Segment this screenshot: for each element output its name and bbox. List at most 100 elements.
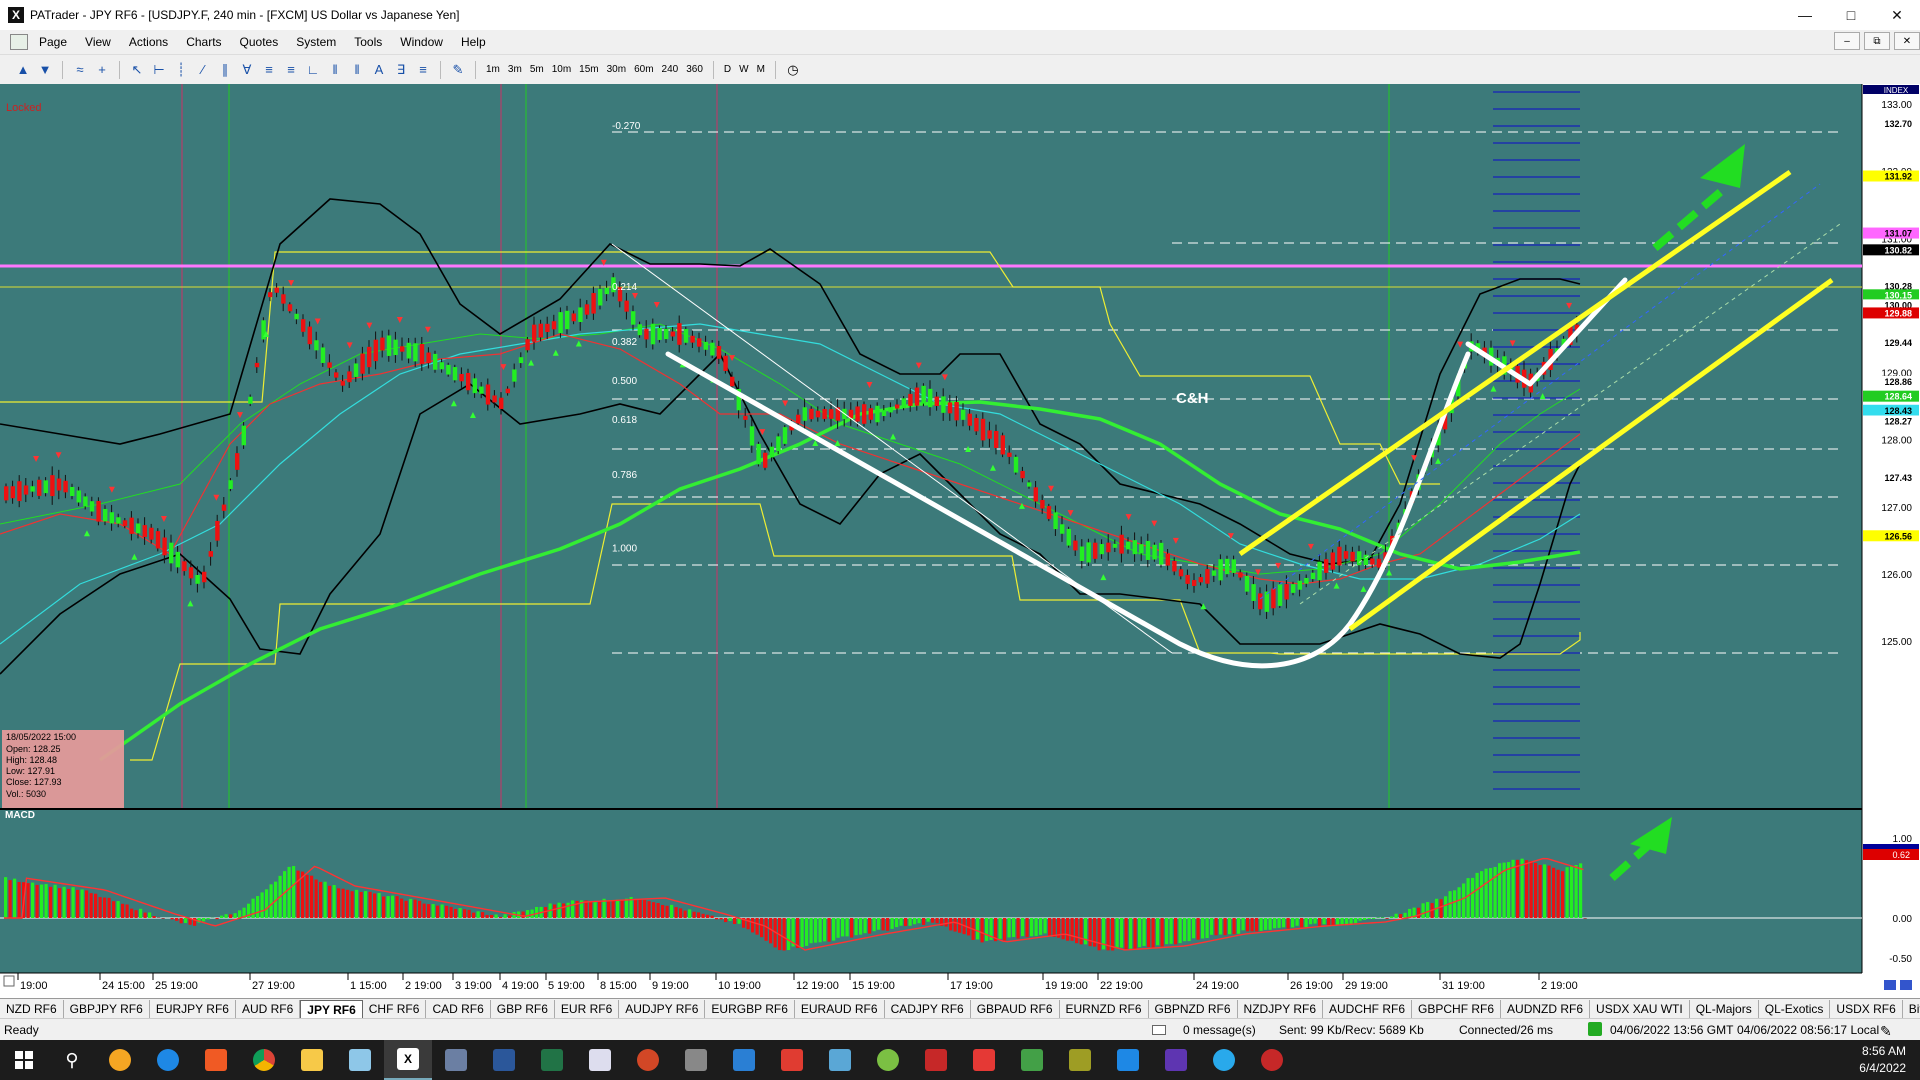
zoom-out-icon[interactable]: ▼ (34, 60, 56, 80)
scroll-button-b[interactable] (1900, 980, 1912, 990)
fibonacci-fan-icon[interactable]: ∀ (236, 60, 258, 80)
file-explorer-icon[interactable] (288, 1040, 336, 1080)
edge-browser-icon[interactable] (144, 1040, 192, 1080)
taskbar-clock[interactable]: 8:56 AM 6/4/2022 (1859, 1043, 1906, 1077)
price-chart[interactable]: Locked C&H MACD INDEX 133.00132.00131.00… (0, 84, 1920, 998)
symbol-tab[interactable]: NZD RF6 (0, 999, 64, 1018)
cycle-lines-icon[interactable]: ‖ (346, 60, 368, 80)
menu-charts[interactable]: Charts (177, 35, 230, 49)
brave-browser-icon[interactable] (192, 1040, 240, 1080)
symbol-tab[interactable]: GBPCHF RF6 (1412, 999, 1502, 1018)
mdi-minimize-button[interactable]: – (1834, 32, 1860, 50)
maximize-button[interactable]: □ (1828, 0, 1874, 30)
menu-window[interactable]: Window (391, 35, 452, 49)
symbol-tab[interactable]: EUR RF6 (555, 999, 620, 1018)
gann-icon[interactable]: ∟ (302, 60, 324, 80)
scroll-button-a[interactable] (1884, 980, 1896, 990)
status-messages[interactable]: 0 message(s) (1183, 1023, 1256, 1037)
powerpoint-icon[interactable] (624, 1040, 672, 1080)
symbol-tab[interactable]: CADJPY RF6 (885, 999, 971, 1018)
menu-actions[interactable]: Actions (120, 35, 177, 49)
trendline-icon[interactable]: ∕ (192, 60, 214, 80)
symbol-tab[interactable]: AUD RF6 (236, 999, 301, 1018)
menu-quotes[interactable]: Quotes (231, 35, 288, 49)
symbol-tab[interactable]: CHF RF6 (363, 999, 427, 1018)
symbol-tab[interactable]: QL-Majors (1690, 999, 1759, 1018)
app-globe-icon[interactable] (1104, 1040, 1152, 1080)
app-news-icon[interactable] (816, 1040, 864, 1080)
timeframe-w[interactable]: W (735, 64, 752, 75)
app-c-red-icon[interactable] (960, 1040, 1008, 1080)
timeframe-15m[interactable]: 15m (575, 64, 602, 75)
app-target-icon[interactable] (1248, 1040, 1296, 1080)
calculator-icon[interactable] (432, 1040, 480, 1080)
menu-system[interactable]: System (287, 35, 345, 49)
fibonacci-extension-icon[interactable]: ≡ (280, 60, 302, 80)
timeframe-m[interactable]: M (753, 64, 769, 75)
fibonacci-retracement-icon[interactable]: ≡ (258, 60, 280, 80)
message-envelope-icon[interactable] (1152, 1025, 1166, 1035)
vertical-line-icon[interactable]: ┊ (170, 60, 192, 80)
regression-icon[interactable]: ≡ (412, 60, 434, 80)
app-trading-icon[interactable] (864, 1040, 912, 1080)
timeframe-d[interactable]: D (720, 64, 735, 75)
menu-page[interactable]: Page (30, 35, 76, 49)
app-box-icon[interactable] (1056, 1040, 1104, 1080)
symbol-tab[interactable]: GBPNZD RF6 (1149, 999, 1238, 1018)
menu-view[interactable]: View (76, 35, 120, 49)
chart-menu-icon[interactable] (10, 34, 28, 50)
telegram-icon[interactable] (1200, 1040, 1248, 1080)
symbol-tab[interactable]: CAD RF6 (426, 999, 491, 1018)
app-feather-icon[interactable] (336, 1040, 384, 1080)
edit-icon[interactable]: ✎ (1880, 1023, 1892, 1040)
symbol-tab[interactable]: AUDCHF RF6 (1323, 999, 1413, 1018)
symbol-tab[interactable]: AUDJPY RF6 (619, 999, 706, 1018)
indicator-icon[interactable]: ≈ (69, 60, 91, 80)
timeframe-5m[interactable]: 5m (526, 64, 548, 75)
cursor-icon[interactable]: ↖ (126, 60, 148, 80)
app-swoosh-icon[interactable] (912, 1040, 960, 1080)
chrome-browser-icon[interactable] (240, 1040, 288, 1080)
excel-icon[interactable] (528, 1040, 576, 1080)
patrader-app-icon[interactable]: X (384, 1040, 432, 1080)
symbol-tab[interactable]: GBP RF6 (491, 999, 555, 1018)
start-button-icon[interactable] (0, 1040, 48, 1080)
pitchfork-icon[interactable]: ∃ (390, 60, 412, 80)
app-chat-icon[interactable] (1152, 1040, 1200, 1080)
symbol-tab[interactable]: JPY RF6 (300, 999, 363, 1018)
time-zones-icon[interactable]: ‖ (324, 60, 346, 80)
timeframe-60m[interactable]: 60m (630, 64, 657, 75)
timeframe-240[interactable]: 240 (658, 64, 683, 75)
symbol-tab[interactable]: GBPAUD RF6 (971, 999, 1060, 1018)
symbol-tab[interactable]: AUDNZD RF6 (1501, 999, 1591, 1018)
symbol-tab[interactable]: EURJPY RF6 (150, 999, 236, 1018)
timeframe-3m[interactable]: 3m (504, 64, 526, 75)
app-c-green-icon[interactable] (1008, 1040, 1056, 1080)
symbol-tab[interactable]: QL-Exotics (1759, 999, 1831, 1018)
horizontal-line-icon[interactable]: ⊢ (148, 60, 170, 80)
timeframe-1m[interactable]: 1m (482, 64, 504, 75)
timeframe-360[interactable]: 360 (682, 64, 707, 75)
minimize-button[interactable]: — (1782, 0, 1828, 30)
symbol-tab[interactable]: EURGBP RF6 (705, 999, 795, 1018)
search-icon[interactable]: ⚲ (48, 1040, 96, 1080)
mail-app-icon[interactable] (96, 1040, 144, 1080)
word-icon[interactable] (480, 1040, 528, 1080)
app-s-red-icon[interactable] (768, 1040, 816, 1080)
close-button[interactable]: ✕ (1874, 0, 1920, 30)
pencil-icon[interactable]: ✎ (447, 60, 469, 80)
app-generic-icon[interactable] (672, 1040, 720, 1080)
chart-area[interactable]: Locked C&H MACD INDEX 133.00132.00131.00… (0, 84, 1920, 998)
text-tool-icon[interactable]: A (368, 60, 390, 80)
scroll-left-button[interactable] (3, 975, 15, 987)
clock-icon[interactable]: ◷ (782, 60, 804, 80)
timeframe-10m[interactable]: 10m (548, 64, 575, 75)
symbol-tab[interactable]: USDX RF6 (1830, 999, 1903, 1018)
mdi-close-button[interactable]: ✕ (1894, 32, 1920, 50)
crosshair-icon[interactable]: + (91, 60, 113, 80)
mdi-restore-button[interactable]: ⧉ (1864, 32, 1890, 50)
symbol-tab[interactable]: USDX XAU WTI (1590, 999, 1690, 1018)
symbol-tab[interactable]: EURAUD RF6 (795, 999, 885, 1018)
timeframe-30m[interactable]: 30m (603, 64, 630, 75)
zoom-in-icon[interactable]: ▲ (12, 60, 34, 80)
